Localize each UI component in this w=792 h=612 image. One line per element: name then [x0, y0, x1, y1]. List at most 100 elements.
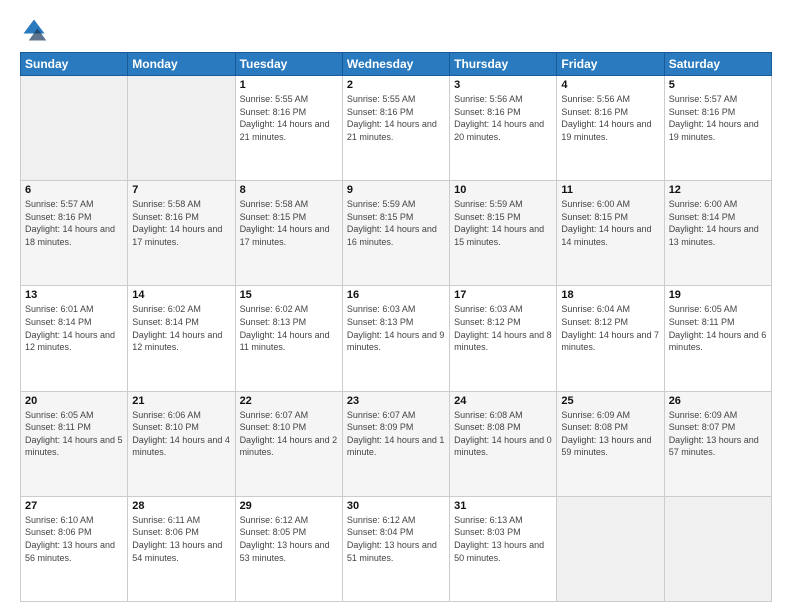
- day-number: 8: [240, 184, 338, 196]
- day-info: Sunrise: 6:09 AMSunset: 8:07 PMDaylight:…: [669, 409, 767, 459]
- weekday-header: Monday: [128, 53, 235, 76]
- calendar-day-cell: 5 Sunrise: 5:57 AMSunset: 8:16 PMDaylight…: [664, 76, 771, 181]
- weekday-header: Friday: [557, 53, 664, 76]
- day-info: Sunrise: 5:56 AMSunset: 8:16 PMDaylight:…: [454, 93, 552, 143]
- weekday-header: Tuesday: [235, 53, 342, 76]
- calendar-day-cell: 11 Sunrise: 6:00 AMSunset: 8:15 PMDayligh…: [557, 181, 664, 286]
- calendar-day-cell: 30 Sunrise: 6:12 AMSunset: 8:04 PMDayligh…: [342, 496, 449, 601]
- calendar-day-cell: 24Sunrise: 6:08 AMSunset: 8:08 PMDayligh…: [450, 391, 557, 496]
- weekday-header: Wednesday: [342, 53, 449, 76]
- day-number: 2: [347, 79, 445, 91]
- calendar-day-cell: 6 Sunrise: 5:57 AMSunset: 8:16 PMDaylight…: [21, 181, 128, 286]
- day-number: 24: [454, 395, 552, 407]
- calendar-day-cell: 4Sunrise: 5:56 AMSunset: 8:16 PMDaylight…: [557, 76, 664, 181]
- day-info: Sunrise: 6:01 AMSunset: 8:14 PMDaylight:…: [25, 303, 123, 353]
- day-info: Sunrise: 5:55 AMSunset: 8:16 PMDaylight:…: [347, 93, 445, 143]
- day-info: Sunrise: 5:55 AMSunset: 8:16 PMDaylight:…: [240, 93, 338, 143]
- calendar-day-cell: 15 Sunrise: 6:02 AMSunset: 8:13 PMDayligh…: [235, 286, 342, 391]
- page: SundayMondayTuesdayWednesdayThursdayFrid…: [0, 0, 792, 612]
- calendar-week-row: 6 Sunrise: 5:57 AMSunset: 8:16 PMDaylight…: [21, 181, 772, 286]
- header: [20, 16, 772, 44]
- day-number: 11: [561, 184, 659, 196]
- day-number: 15: [240, 289, 338, 301]
- calendar-day-cell: 16 Sunrise: 6:03 AMSunset: 8:13 PMDayligh…: [342, 286, 449, 391]
- logo: [20, 16, 52, 44]
- day-info: Sunrise: 6:02 AMSunset: 8:14 PMDaylight:…: [132, 303, 230, 353]
- day-info: Sunrise: 5:58 AMSunset: 8:16 PMDaylight:…: [132, 198, 230, 248]
- weekday-header: Sunday: [21, 53, 128, 76]
- calendar-day-cell: 14Sunrise: 6:02 AMSunset: 8:14 PMDayligh…: [128, 286, 235, 391]
- day-number: 31: [454, 500, 552, 512]
- day-info: Sunrise: 6:05 AMSunset: 8:11 PMDaylight:…: [669, 303, 767, 353]
- calendar-header-row: SundayMondayTuesdayWednesdayThursdayFrid…: [21, 53, 772, 76]
- calendar-day-cell: 18Sunrise: 6:04 AMSunset: 8:12 PMDayligh…: [557, 286, 664, 391]
- day-number: 7: [132, 184, 230, 196]
- calendar-day-cell: 22 Sunrise: 6:07 AMSunset: 8:10 PMDayligh…: [235, 391, 342, 496]
- calendar-week-row: 1 Sunrise: 5:55 AMSunset: 8:16 PMDaylight…: [21, 76, 772, 181]
- day-info: Sunrise: 6:06 AMSunset: 8:10 PMDaylight:…: [132, 409, 230, 459]
- day-info: Sunrise: 6:02 AMSunset: 8:13 PMDaylight:…: [240, 303, 338, 353]
- calendar-week-row: 20 Sunrise: 6:05 AMSunset: 8:11 PMDayligh…: [21, 391, 772, 496]
- calendar-day-cell: 23Sunrise: 6:07 AMSunset: 8:09 PMDayligh…: [342, 391, 449, 496]
- day-number: 27: [25, 500, 123, 512]
- calendar-day-cell: [21, 76, 128, 181]
- calendar-day-cell: 8Sunrise: 5:58 AMSunset: 8:15 PMDaylight…: [235, 181, 342, 286]
- day-info: Sunrise: 6:05 AMSunset: 8:11 PMDaylight:…: [25, 409, 123, 459]
- day-info: Sunrise: 6:12 AMSunset: 8:04 PMDaylight:…: [347, 514, 445, 564]
- calendar-day-cell: 7 Sunrise: 5:58 AMSunset: 8:16 PMDaylight…: [128, 181, 235, 286]
- calendar-day-cell: 28Sunrise: 6:11 AMSunset: 8:06 PMDayligh…: [128, 496, 235, 601]
- calendar-day-cell: [557, 496, 664, 601]
- day-info: Sunrise: 5:57 AMSunset: 8:16 PMDaylight:…: [25, 198, 123, 248]
- day-number: 17: [454, 289, 552, 301]
- day-number: 20: [25, 395, 123, 407]
- calendar-day-cell: 10Sunrise: 5:59 AMSunset: 8:15 PMDayligh…: [450, 181, 557, 286]
- day-number: 3: [454, 79, 552, 91]
- day-number: 25: [561, 395, 659, 407]
- day-info: Sunrise: 5:56 AMSunset: 8:16 PMDaylight:…: [561, 93, 659, 143]
- calendar-week-row: 27 Sunrise: 6:10 AMSunset: 8:06 PMDayligh…: [21, 496, 772, 601]
- day-info: Sunrise: 6:03 AMSunset: 8:12 PMDaylight:…: [454, 303, 552, 353]
- calendar-day-cell: [128, 76, 235, 181]
- calendar-day-cell: 31Sunrise: 6:13 AMSunset: 8:03 PMDayligh…: [450, 496, 557, 601]
- calendar-day-cell: 26Sunrise: 6:09 AMSunset: 8:07 PMDayligh…: [664, 391, 771, 496]
- day-info: Sunrise: 6:07 AMSunset: 8:10 PMDaylight:…: [240, 409, 338, 459]
- calendar-day-cell: 9Sunrise: 5:59 AMSunset: 8:15 PMDaylight…: [342, 181, 449, 286]
- day-number: 22: [240, 395, 338, 407]
- weekday-header: Saturday: [664, 53, 771, 76]
- day-number: 9: [347, 184, 445, 196]
- day-number: 5: [669, 79, 767, 91]
- day-info: Sunrise: 6:12 AMSunset: 8:05 PMDaylight:…: [240, 514, 338, 564]
- day-info: Sunrise: 6:07 AMSunset: 8:09 PMDaylight:…: [347, 409, 445, 459]
- calendar-day-cell: 17 Sunrise: 6:03 AMSunset: 8:12 PMDayligh…: [450, 286, 557, 391]
- day-number: 21: [132, 395, 230, 407]
- logo-icon: [20, 16, 48, 44]
- day-info: Sunrise: 5:57 AMSunset: 8:16 PMDaylight:…: [669, 93, 767, 143]
- calendar-day-cell: 1 Sunrise: 5:55 AMSunset: 8:16 PMDaylight…: [235, 76, 342, 181]
- day-number: 1: [240, 79, 338, 91]
- calendar-day-cell: 29 Sunrise: 6:12 AMSunset: 8:05 PMDayligh…: [235, 496, 342, 601]
- calendar-day-cell: [664, 496, 771, 601]
- day-info: Sunrise: 6:00 AMSunset: 8:14 PMDaylight:…: [669, 198, 767, 248]
- calendar-day-cell: 13 Sunrise: 6:01 AMSunset: 8:14 PMDayligh…: [21, 286, 128, 391]
- calendar-day-cell: 20 Sunrise: 6:05 AMSunset: 8:11 PMDayligh…: [21, 391, 128, 496]
- day-number: 28: [132, 500, 230, 512]
- calendar-day-cell: 19 Sunrise: 6:05 AMSunset: 8:11 PMDayligh…: [664, 286, 771, 391]
- calendar-week-row: 13 Sunrise: 6:01 AMSunset: 8:14 PMDayligh…: [21, 286, 772, 391]
- day-info: Sunrise: 6:09 AMSunset: 8:08 PMDaylight:…: [561, 409, 659, 459]
- day-number: 6: [25, 184, 123, 196]
- calendar-day-cell: 25 Sunrise: 6:09 AMSunset: 8:08 PMDayligh…: [557, 391, 664, 496]
- day-info: Sunrise: 6:00 AMSunset: 8:15 PMDaylight:…: [561, 198, 659, 248]
- day-number: 10: [454, 184, 552, 196]
- calendar-day-cell: 3 Sunrise: 5:56 AMSunset: 8:16 PMDaylight…: [450, 76, 557, 181]
- day-number: 30: [347, 500, 445, 512]
- day-info: Sunrise: 6:03 AMSunset: 8:13 PMDaylight:…: [347, 303, 445, 353]
- day-number: 16: [347, 289, 445, 301]
- day-info: Sunrise: 6:10 AMSunset: 8:06 PMDaylight:…: [25, 514, 123, 564]
- calendar-day-cell: 27 Sunrise: 6:10 AMSunset: 8:06 PMDayligh…: [21, 496, 128, 601]
- day-number: 29: [240, 500, 338, 512]
- day-number: 13: [25, 289, 123, 301]
- calendar-day-cell: 12Sunrise: 6:00 AMSunset: 8:14 PMDayligh…: [664, 181, 771, 286]
- calendar-table: SundayMondayTuesdayWednesdayThursdayFrid…: [20, 52, 772, 602]
- day-number: 19: [669, 289, 767, 301]
- day-number: 18: [561, 289, 659, 301]
